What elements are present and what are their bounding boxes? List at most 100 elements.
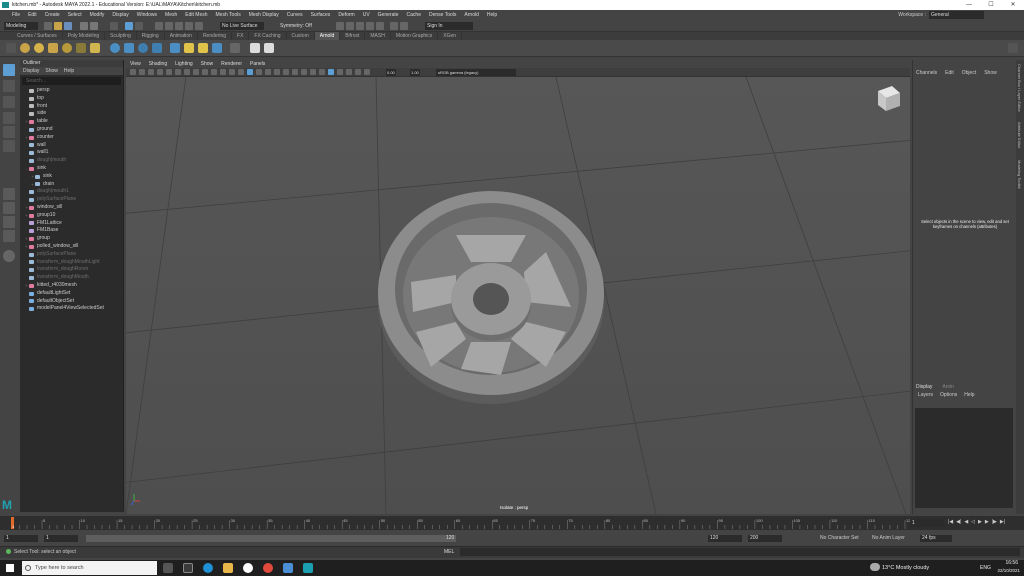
rotate-tool-icon[interactable]: [3, 126, 15, 138]
snap-surface-icon[interactable]: [195, 22, 203, 30]
viewport-menu-view[interactable]: View: [130, 61, 141, 68]
modeling-toolkit-tab[interactable]: Modeling Toolkit: [1017, 160, 1022, 189]
shelf-tab-poly-modeling[interactable]: Poly Modeling: [63, 32, 106, 40]
menu-modify[interactable]: Modify: [90, 10, 105, 20]
clock-time[interactable]: 16:56: [996, 560, 1018, 567]
outliner-item[interactable]: + window_sill: [20, 204, 123, 212]
menu-help[interactable]: Help: [487, 10, 497, 20]
outliner-item[interactable]: wall1: [20, 149, 123, 157]
perspective-viewport[interactable]: [126, 77, 910, 514]
shelf-tab-fx[interactable]: FX: [232, 32, 250, 40]
outliner-item[interactable]: FM1Base: [20, 227, 123, 235]
menu-arnold[interactable]: Arnold: [464, 10, 478, 20]
menu-uv[interactable]: UV: [363, 10, 370, 20]
menu-edit-mesh[interactable]: Edit Mesh: [185, 10, 207, 20]
windows-start-icon[interactable]: [6, 564, 14, 572]
menu-deform[interactable]: Deform: [338, 10, 354, 20]
shelf-gear-icon[interactable]: [1008, 43, 1018, 53]
anim-layer-tab[interactable]: Anim: [942, 384, 953, 390]
edge-icon[interactable]: [203, 563, 213, 573]
script-language-toggle[interactable]: MEL: [444, 548, 454, 556]
viewport-menu-lighting[interactable]: Lighting: [175, 61, 193, 68]
range-start-field[interactable]: 1: [44, 535, 78, 542]
outliner-item[interactable]: transform_doughRoom: [20, 266, 123, 274]
outliner-item[interactable]: transform_doughMouthLight: [20, 259, 123, 267]
shelf-tab-bifrost[interactable]: Bifrost: [340, 32, 366, 40]
exposure-field[interactable]: 0.00: [386, 69, 396, 76]
menu-mesh[interactable]: Mesh: [165, 10, 177, 20]
select-component-icon[interactable]: [135, 22, 143, 30]
move-tool-icon[interactable]: [3, 112, 15, 124]
menu-windows[interactable]: Windows: [137, 10, 157, 20]
resolution-gate-icon[interactable]: [193, 69, 199, 75]
field-chart-icon[interactable]: [211, 69, 217, 75]
menu-dense-tools[interactable]: Dense Tools: [429, 10, 456, 20]
outliner-item[interactable]: modelPanel4ViewSelectedSet: [20, 305, 123, 313]
gate-mask-icon[interactable]: [202, 69, 208, 75]
attribute-editor-tab[interactable]: Attribute Editor: [1017, 122, 1022, 148]
safe-action-icon[interactable]: [220, 69, 226, 75]
arnold-tx-manager-icon[interactable]: [212, 43, 222, 53]
outliner-item[interactable]: + group: [20, 235, 123, 243]
safe-title-icon[interactable]: [229, 69, 235, 75]
clock-date[interactable]: 22/10/2021: [994, 567, 1020, 574]
select-tool-icon[interactable]: [3, 64, 15, 76]
go-to-start-icon[interactable]: |◀: [948, 519, 953, 525]
search-icon[interactable]: [3, 250, 15, 262]
four-view-icon[interactable]: [3, 202, 15, 214]
fps-dropdown[interactable]: 24 fps: [920, 535, 952, 542]
outliner-layout-icon[interactable]: [3, 230, 15, 242]
motion-blur-icon[interactable]: [301, 69, 307, 75]
outliner-item[interactable]: defaultObjectSet: [20, 298, 123, 306]
single-view-icon[interactable]: [3, 188, 15, 200]
arnold-texture-icon[interactable]: [170, 43, 180, 53]
menu-cache[interactable]: Cache: [407, 10, 421, 20]
play-back-icon[interactable]: ◁: [971, 519, 975, 525]
hypershade-icon[interactable]: [376, 22, 384, 30]
physical-sky-icon[interactable]: [90, 43, 100, 53]
outliner-item[interactable]: dough|mouth1: [20, 188, 123, 196]
snap-point-icon[interactable]: [175, 22, 183, 30]
anim-layer-dropdown[interactable]: No Anim Layer: [872, 535, 905, 542]
viewport-menu-shading[interactable]: Shading: [149, 61, 167, 68]
viewport-menu-renderer[interactable]: Renderer: [221, 61, 242, 68]
lasso-tool-icon[interactable]: [3, 80, 15, 92]
step-back-icon[interactable]: ◀: [964, 519, 968, 525]
sky-dome-light-icon[interactable]: [34, 43, 44, 53]
outliner-item[interactable]: persp: [20, 87, 123, 95]
viewport-menu-panels[interactable]: Panels: [250, 61, 265, 68]
select-camera-icon[interactable]: [130, 69, 136, 75]
menu-mesh-tools[interactable]: Mesh Tools: [216, 10, 241, 20]
maximize-button[interactable]: ☐: [980, 0, 1002, 10]
menu-select[interactable]: Select: [68, 10, 82, 20]
outliner-item[interactable]: + counter: [20, 134, 123, 142]
menu-file[interactable]: File: [12, 10, 20, 20]
shelf-tab-fx-caching[interactable]: FX Caching: [249, 32, 287, 40]
channel-box-tab[interactable]: Channel Box / Layer Editor: [1017, 64, 1022, 112]
render-frame-icon[interactable]: [346, 22, 354, 30]
shelf-tab-mash[interactable]: MASH: [365, 32, 391, 40]
photos-icon[interactable]: [283, 563, 293, 573]
shadows-icon[interactable]: [283, 69, 289, 75]
range-end-field[interactable]: 120: [708, 535, 742, 542]
arnold-light-manager-icon[interactable]: [230, 43, 240, 53]
minimize-button[interactable]: —: [958, 0, 980, 10]
outliner-item[interactable]: polySurfacePlane: [20, 196, 123, 204]
shelf-tab-rendering[interactable]: Rendering: [198, 32, 233, 40]
shelf-tab-motion-graphics[interactable]: Motion Graphics: [391, 32, 439, 40]
menu-set-dropdown[interactable]: Modeling: [4, 22, 38, 30]
shelf-tab-rigging[interactable]: Rigging: [137, 32, 165, 40]
menu-generate[interactable]: Generate: [378, 10, 399, 20]
arnold-sparkle-icon[interactable]: [184, 43, 194, 53]
scale-tool-icon[interactable]: [3, 140, 15, 152]
outliner-item[interactable]: top: [20, 95, 123, 103]
file-explorer-icon[interactable]: [223, 563, 233, 573]
workspace-dropdown[interactable]: General: [929, 11, 984, 19]
select-object-icon[interactable]: [125, 22, 133, 30]
chrome-icon[interactable]: [263, 563, 273, 573]
close-button[interactable]: ✕: [1002, 0, 1024, 10]
outliner-item[interactable]: + table: [20, 118, 123, 126]
shelf-tab-arnold[interactable]: Arnold: [314, 32, 341, 40]
outliner-item[interactable]: dough|mouth: [20, 157, 123, 165]
side-by-side-view-icon[interactable]: [3, 216, 15, 228]
